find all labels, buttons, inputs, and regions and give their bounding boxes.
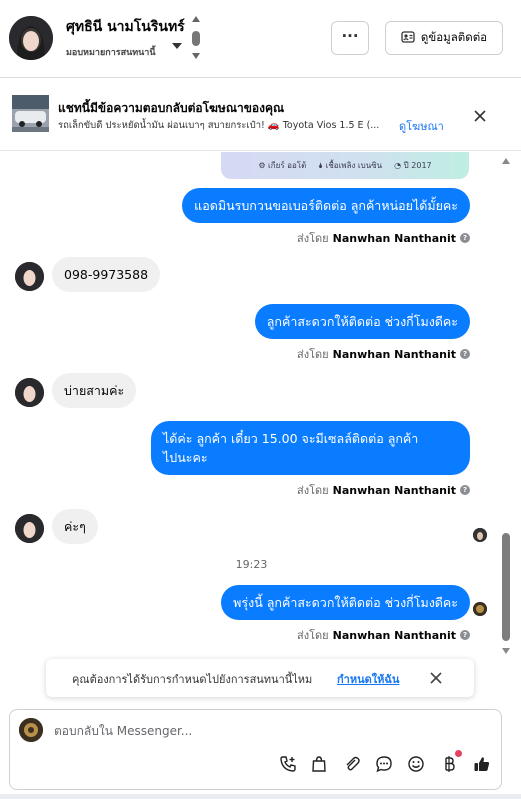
scroll-thumb[interactable] bbox=[192, 31, 200, 46]
assign-prompt-question: คุณต้องการได้รับการกำหนดไปยังการสนทนานี้… bbox=[72, 673, 313, 686]
incoming-message[interactable]: บ่ายสามค่ะ bbox=[52, 373, 137, 408]
info-icon[interactable]: ? bbox=[460, 630, 470, 640]
outgoing-message[interactable]: ลูกค้าสะดวกให้ติดต่อ ช่วงกี่โมงดีคะ bbox=[254, 304, 470, 339]
info-icon[interactable]: ? bbox=[460, 485, 470, 495]
contact-card-icon bbox=[401, 30, 415, 46]
contact-avatar[interactable] bbox=[9, 16, 53, 60]
outgoing-message[interactable]: พรุ่งนี้ ลูกค้าสะดวกให้ติดต่อ ช่วงกี่โมง… bbox=[221, 585, 470, 620]
sender-name: Nanwhan Nanthanit bbox=[332, 628, 456, 642]
card-fuel-spec: 🌢 เชื้อเพลิง เบนซิน bbox=[318, 161, 383, 170]
shopping-bag-icon[interactable] bbox=[309, 754, 329, 774]
chat-scrollbar[interactable] bbox=[500, 152, 512, 657]
sender-name: Nanwhan Nanthanit bbox=[332, 483, 456, 497]
outgoing-message[interactable]: ได้ค่ะ ลูกค้า เดี๋ยว 15.00 จะมีเซลล์ติดต… bbox=[151, 421, 470, 475]
message-timestamp: 19:23 bbox=[235, 558, 268, 571]
sent-by-prefix: ส่งโดย bbox=[297, 348, 329, 361]
more-options-button[interactable]: ··· bbox=[331, 21, 369, 55]
scroll-up-icon[interactable] bbox=[192, 16, 200, 22]
sender-name: Nanwhan Nanthanit bbox=[332, 347, 456, 361]
card-gear-spec: ⚙ เกียร์ ออโต้ bbox=[258, 161, 307, 170]
message-line: ไปนะคะ bbox=[163, 450, 208, 465]
page-avatar bbox=[19, 718, 43, 742]
payment-baht-icon[interactable] bbox=[439, 754, 459, 774]
sent-by-label: ส่งโดย Nanwhan Nanthanit ? bbox=[297, 229, 470, 247]
assign-conversation-label[interactable]: มอบหมายการสนทนานี้ bbox=[66, 45, 156, 59]
ad-banner-subtitle: รถเล็กขับดี ประหยัดน้ำมัน ผ่อนเบาๆ สบายก… bbox=[58, 120, 380, 131]
emoji-icon[interactable] bbox=[406, 754, 426, 774]
window-bottom-edge bbox=[0, 794, 521, 799]
sent-by-prefix: ส่งโดย bbox=[297, 232, 329, 245]
message-composer bbox=[9, 709, 502, 790]
message-thread[interactable]: ⚙ เกียร์ ออโต้ 🌢 เชื้อเพลิง เบนซิน ◔ ปี … bbox=[0, 152, 521, 652]
incoming-message[interactable]: 098-9973588 bbox=[52, 257, 161, 292]
contact-info-label: ดูข้อมูลติดต่อ bbox=[420, 30, 488, 44]
sent-by-prefix: ส่งโดย bbox=[297, 484, 329, 497]
ad-banner-title: แชทนี้มีข้อความตอบกลับต่อโฆษณาของคุณ bbox=[58, 101, 285, 115]
incoming-message[interactable]: ค่ะๆ bbox=[52, 509, 98, 544]
info-icon[interactable]: ? bbox=[460, 233, 470, 243]
seen-avatar bbox=[473, 602, 487, 616]
contact-avatar-small[interactable] bbox=[15, 262, 44, 291]
contact-name[interactable]: ศุทธินี นามโนรินทร์ bbox=[66, 16, 185, 38]
message-line: ได้ค่ะ ลูกค้า เดี๋ยว 15.00 จะมีเซลล์ติดต… bbox=[163, 431, 419, 446]
scroll-up-icon[interactable] bbox=[502, 158, 510, 164]
info-icon[interactable]: ? bbox=[460, 349, 470, 359]
assign-prompt: คุณต้องการได้รับการกำหนดไปยังการสนทนานี้… bbox=[46, 659, 474, 697]
reply-input[interactable] bbox=[54, 721, 454, 741]
sender-name: Nanwhan Nanthanit bbox=[332, 231, 456, 245]
ad-product-card[interactable]: ⚙ เกียร์ ออโต้ 🌢 เชื้อเพลิง เบนซิน ◔ ปี … bbox=[221, 152, 469, 179]
conversation-header: ศุทธินี นามโนรินทร์ มอบหมายการสนทนานี้ ·… bbox=[0, 0, 521, 78]
sent-by-label: ส่งโดย Nanwhan Nanthanit ? bbox=[297, 626, 470, 644]
close-icon[interactable] bbox=[470, 106, 490, 126]
scroll-down-icon[interactable] bbox=[192, 53, 200, 59]
ad-reply-banner: แชทนี้มีข้อความตอบกลับต่อโฆษณาของคุณ รถเ… bbox=[0, 79, 521, 151]
attachment-icon[interactable] bbox=[342, 754, 362, 774]
read-receipt-avatar bbox=[473, 528, 487, 542]
add-call-icon[interactable] bbox=[278, 754, 298, 774]
chevron-down-icon[interactable] bbox=[172, 43, 182, 49]
notification-dot bbox=[455, 750, 462, 757]
view-ad-link[interactable]: ดูโฆษณา bbox=[399, 117, 444, 135]
outgoing-message[interactable]: แอดมินรบกวนขอเบอร์ติดต่อ ลูกค้าหน่อยได้ม… bbox=[182, 188, 470, 223]
ad-thumbnail[interactable] bbox=[12, 95, 49, 132]
sent-by-prefix: ส่งโดย bbox=[297, 629, 329, 642]
card-year-spec: ◔ ปี 2017 bbox=[394, 161, 432, 170]
scroll-down-icon[interactable] bbox=[502, 648, 510, 654]
contact-avatar-small[interactable] bbox=[15, 514, 44, 543]
assign-to-me-link[interactable]: กำหนดให้ฉัน bbox=[337, 670, 399, 688]
sent-by-label: ส่งโดย Nanwhan Nanthanit ? bbox=[297, 345, 470, 363]
thumbs-up-icon[interactable] bbox=[472, 754, 492, 774]
sent-by-label: ส่งโดย Nanwhan Nanthanit ? bbox=[297, 481, 470, 499]
close-icon[interactable] bbox=[429, 671, 443, 685]
view-contact-info-button[interactable]: ดูข้อมูลติดต่อ bbox=[385, 21, 503, 55]
saved-replies-icon[interactable] bbox=[374, 754, 394, 774]
contact-avatar-small[interactable] bbox=[15, 378, 44, 407]
scroll-thumb[interactable] bbox=[502, 533, 510, 641]
header-scroll-control[interactable] bbox=[190, 16, 202, 62]
